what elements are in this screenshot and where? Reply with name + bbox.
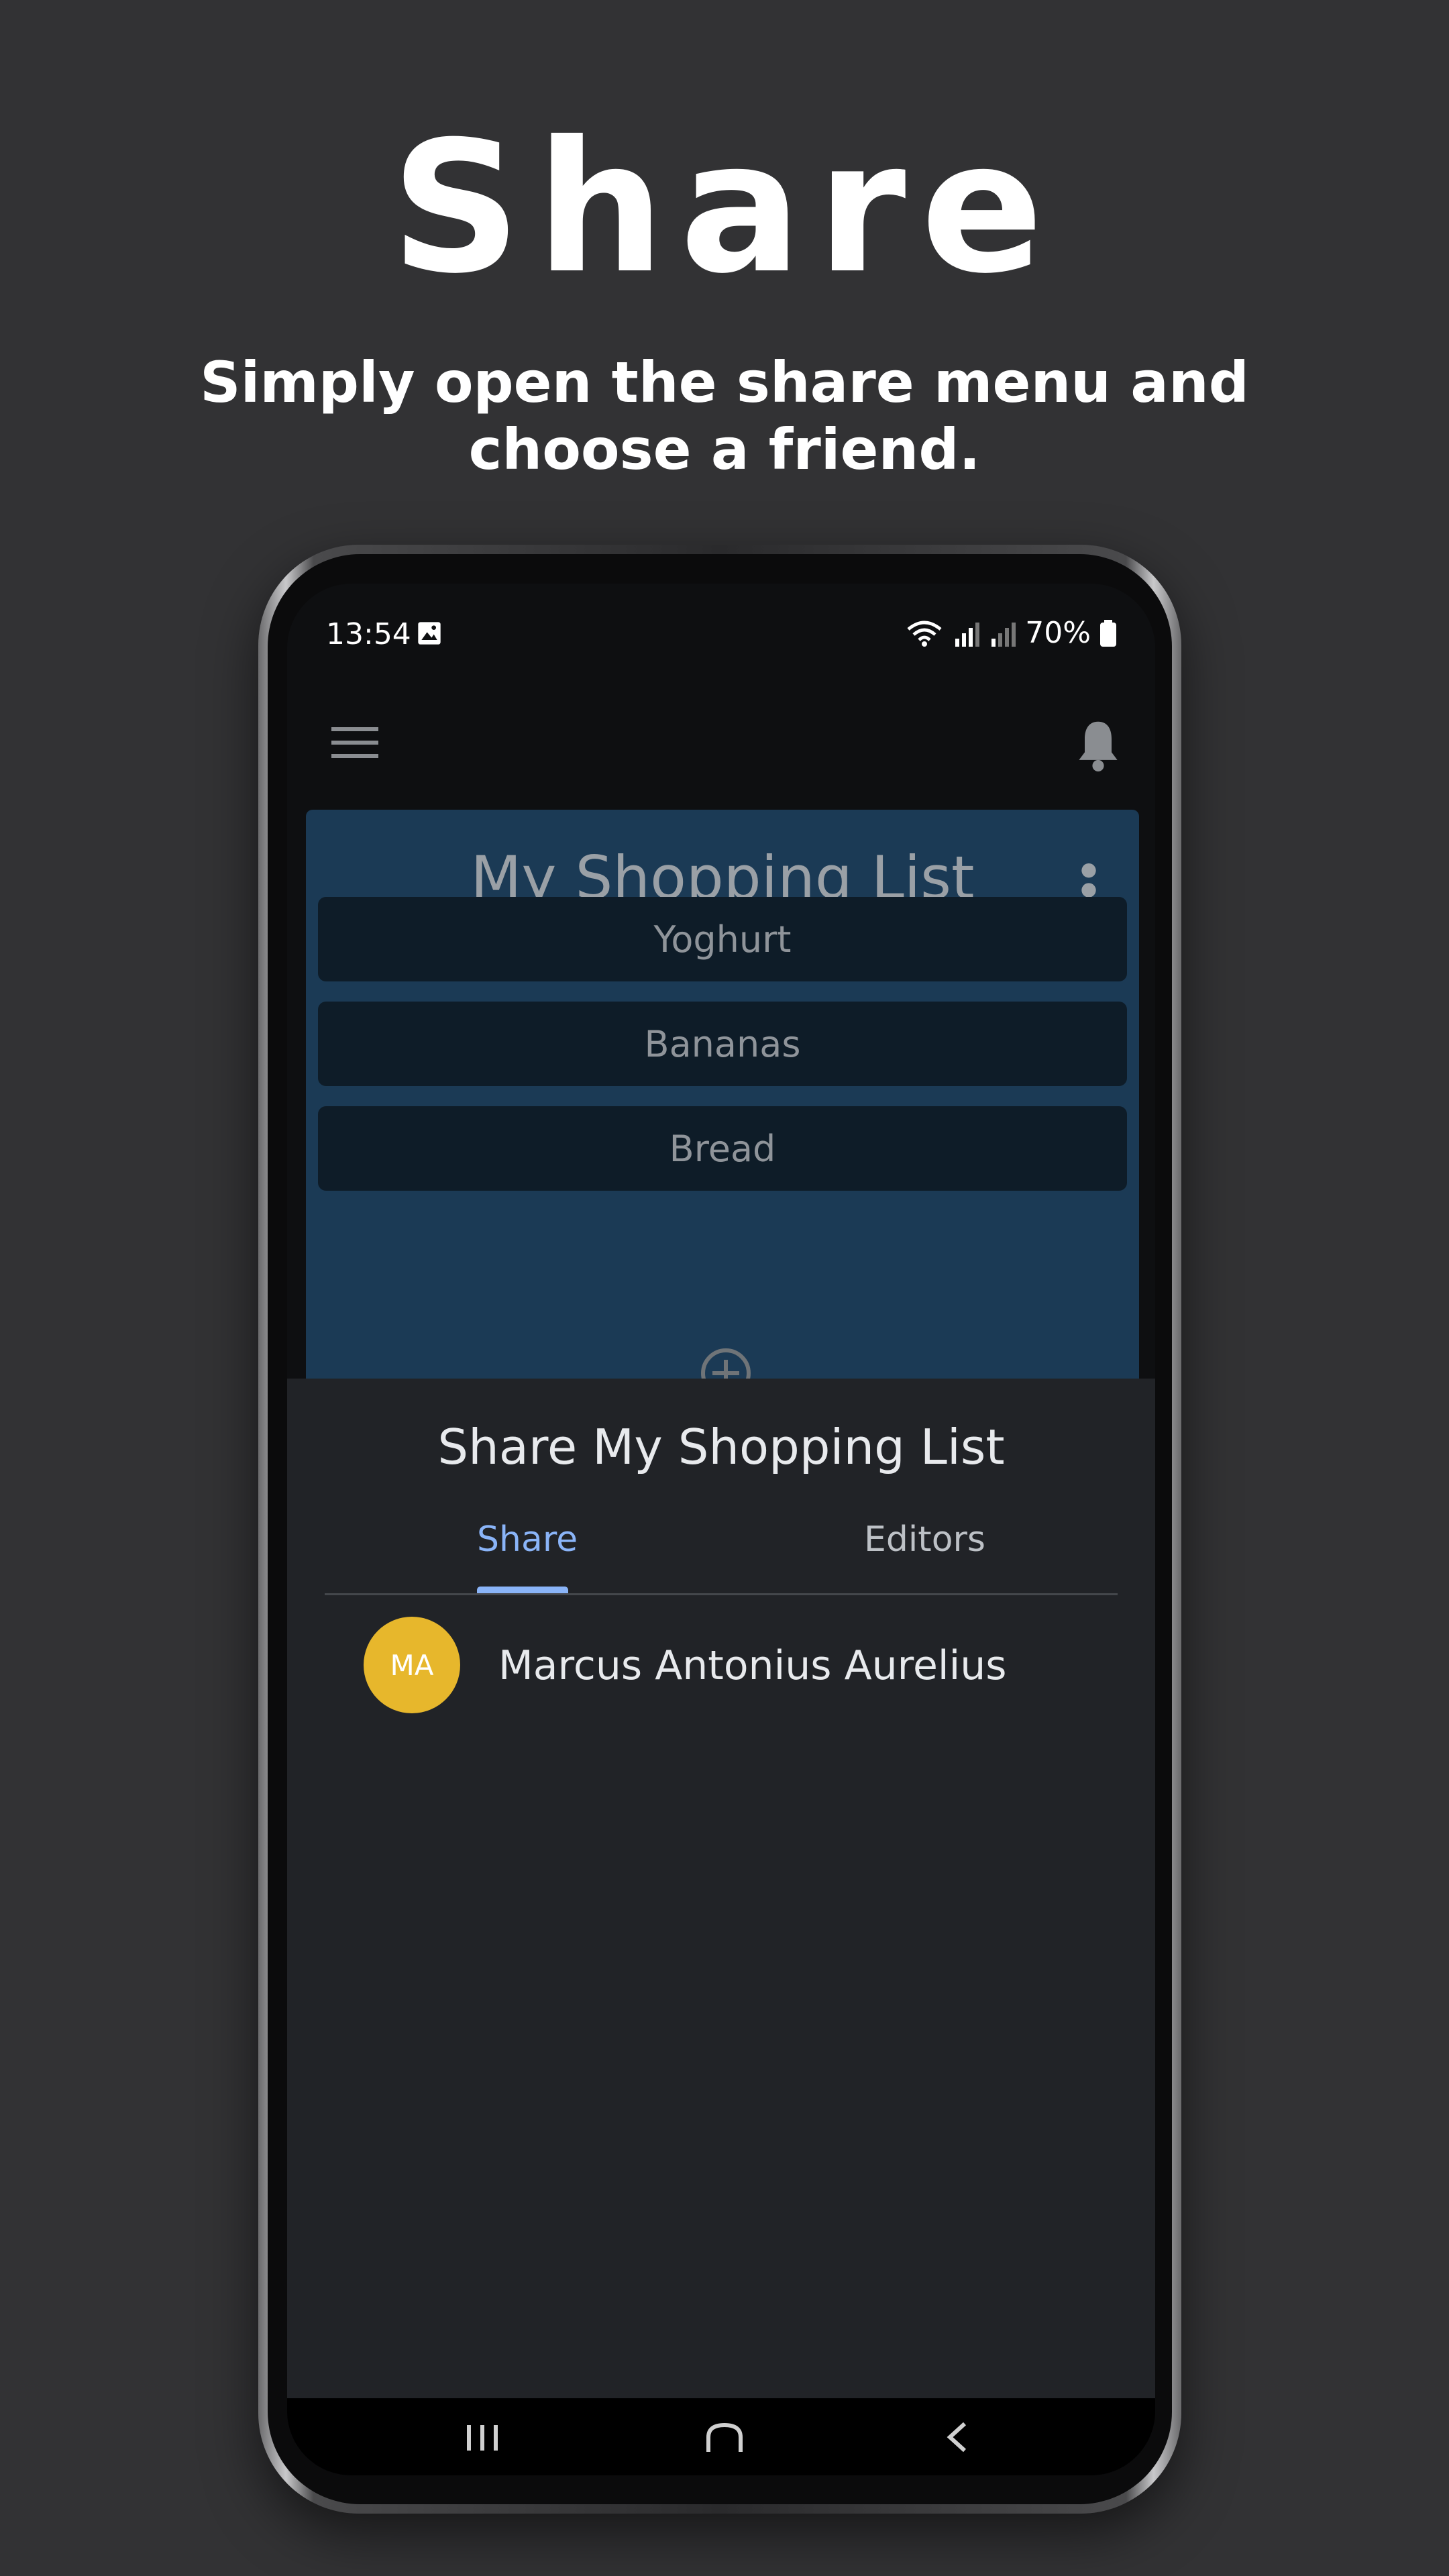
battery-percent: 70% [1025,616,1091,650]
tab-editors[interactable]: Editors [864,1519,985,1560]
list-item[interactable]: Bread [318,1106,1127,1191]
signal-icon [955,622,980,647]
tab-divider [325,1593,1118,1595]
tab-share[interactable]: Share [477,1519,578,1560]
notification-bell-icon[interactable] [1075,718,1122,771]
signal-icon-secondary [991,622,1016,647]
list-item[interactable]: Bananas [318,1002,1127,1086]
hamburger-menu-icon[interactable] [331,724,378,762]
battery-icon [1100,619,1116,647]
friend-avatar: MA [364,1617,460,1713]
promo-headline: Share [390,102,1059,313]
shopping-list-card: My Shopping List Yoghurt Bananas Bread [306,810,1139,1413]
app-bar [287,678,1155,812]
wifi-icon [907,621,942,647]
friend-row[interactable]: MA Marcus Antonius Aurelius [287,1617,1155,1717]
active-tab-indicator [477,1587,568,1593]
share-bottom-sheet: Share My Shopping List Share Editors MA … [287,1379,1155,2398]
phone-screen: 13:54 70% My Shopping List Yoghurt Banan… [287,584,1155,2475]
list-item[interactable]: Yoghurt [318,897,1127,981]
status-time: 13:54 [326,617,411,651]
gallery-notification-icon [418,622,441,645]
share-sheet-title: Share My Shopping List [437,1419,1005,1475]
recents-icon[interactable] [463,2421,503,2455]
friend-name: Marcus Antonius Aurelius [498,1642,1007,1689]
status-bar: 13:54 70% [287,584,1155,678]
back-icon[interactable] [943,2418,970,2456]
promo-subline: Simply open the share menu and choose a … [200,350,1249,482]
system-nav-bar [287,2398,1155,2475]
home-icon[interactable] [703,2421,746,2455]
